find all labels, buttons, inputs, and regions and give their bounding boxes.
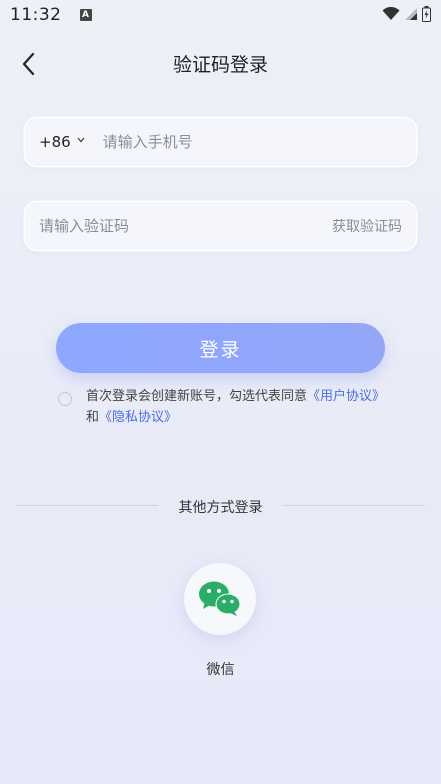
agreement-conjunction: 和 (86, 410, 100, 425)
status-icons (382, 6, 431, 22)
verification-code-input[interactable] (39, 217, 319, 235)
notification-badge-icon: A (79, 9, 92, 21)
status-bar: 11:32 A (0, 0, 441, 30)
battery-icon (422, 6, 431, 22)
agreement-text: 首次登录会创建新账号，勾选代表同意《用户协议》和《隐私协议》 (86, 386, 396, 428)
phone-input[interactable] (102, 133, 393, 151)
login-button[interactable]: 登录 (56, 323, 385, 373)
signal-icon (405, 8, 417, 20)
nav-bar: 验证码登录 (0, 42, 441, 82)
other-login-title: 其他方式登录 (178, 500, 263, 516)
phone-field: +86 (25, 118, 416, 166)
country-code-label: +86 (39, 133, 71, 151)
divider-line-right (283, 505, 425, 506)
wechat-icon (199, 581, 241, 616)
get-code-button[interactable]: 获取验证码 (332, 216, 402, 236)
agreement-prefix: 首次登录会创建新账号，勾选代表同意 (86, 389, 308, 404)
wechat-label: 微信 (206, 662, 235, 678)
wifi-icon (382, 7, 400, 20)
wechat-login-button[interactable] (184, 563, 256, 635)
other-login-divider: 其他方式登录 (16, 495, 425, 517)
status-time: 11:32 (10, 5, 62, 25)
chevron-down-icon (77, 136, 85, 146)
privacy-policy-link[interactable]: 《隐私协议》 (99, 410, 177, 425)
verification-code-field: 获取验证码 (25, 202, 416, 250)
page-title: 验证码登录 (172, 54, 268, 76)
user-agreement-link[interactable]: 《用户协议》 (307, 389, 385, 404)
agreement-checkbox[interactable] (58, 392, 72, 406)
country-code-selector[interactable]: +86 (39, 133, 85, 151)
